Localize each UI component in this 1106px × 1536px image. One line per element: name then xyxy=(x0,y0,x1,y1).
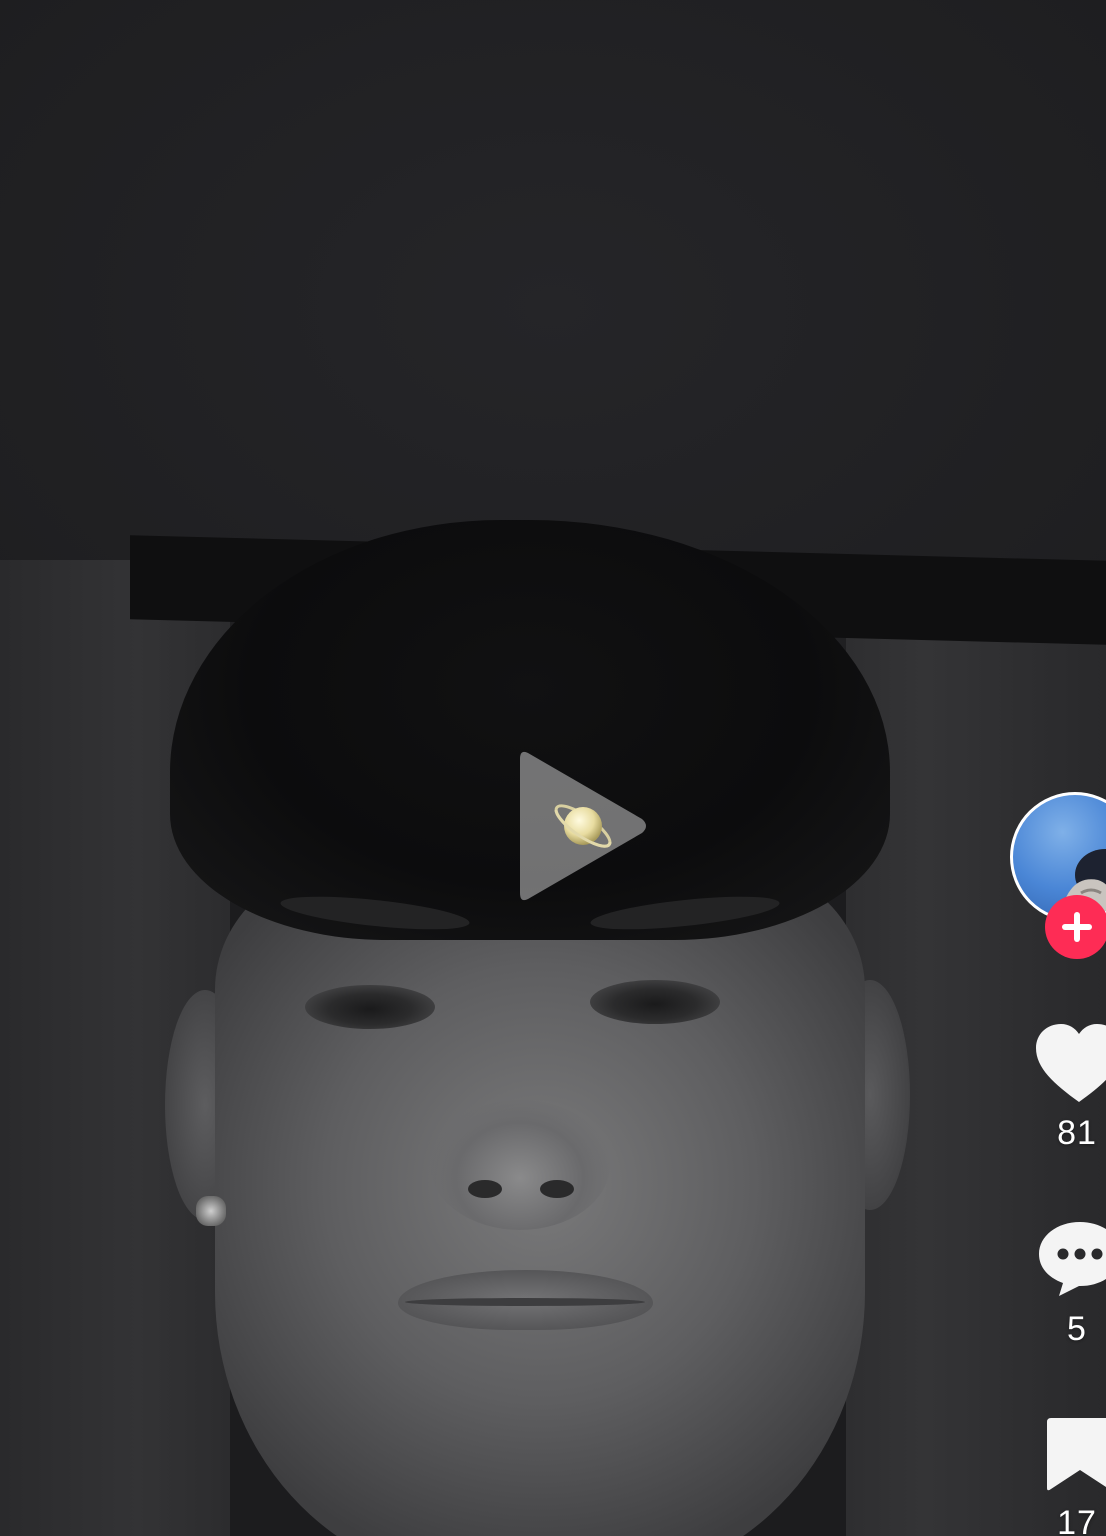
person-eye-right xyxy=(590,980,720,1024)
person-nostril-left xyxy=(468,1180,502,1198)
person-nose xyxy=(430,1100,610,1230)
like-count: 81 xyxy=(1057,1114,1097,1152)
person-lip-line xyxy=(405,1298,645,1306)
plus-icon xyxy=(1062,912,1092,942)
speech-bubble-icon[interactable] xyxy=(1037,1218,1106,1298)
bookmark-count: 17 xyxy=(1057,1504,1097,1536)
heart-icon[interactable] xyxy=(1034,1022,1106,1106)
person-nostril-right xyxy=(540,1180,574,1198)
person-eye-left xyxy=(305,985,435,1029)
person-earring xyxy=(196,1196,226,1226)
planet-icon xyxy=(554,804,612,848)
bookmark-icon[interactable] xyxy=(1045,1416,1106,1494)
follow-button[interactable] xyxy=(1045,895,1106,959)
comment-count: 5 xyxy=(1067,1310,1087,1348)
video-screen[interactable]: 81 5 17 xyxy=(0,0,1106,1536)
